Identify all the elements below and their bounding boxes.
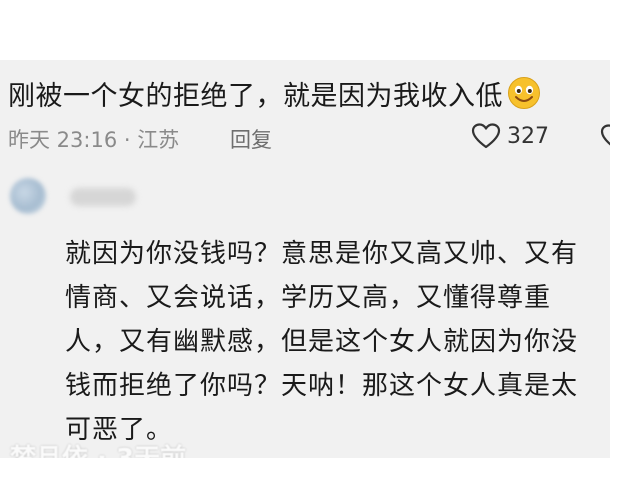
like-count: 327 xyxy=(507,123,549,149)
comment-meta: 昨天 23:16 · 江苏 回复 327 xyxy=(8,122,610,154)
reply-line: 情商、又会说话，学历又高，又懂得尊重 xyxy=(65,283,552,313)
reply-line: 人，又有幽默感，但是这个女人就因为你没 xyxy=(65,327,579,357)
reply-comment-text: 就因为你没钱吗？意思是你又高又帅、又有 情商、又会说话，学历又高，又懂得尊重 人… xyxy=(65,232,610,452)
reply-line: 就因为你没钱吗？意思是你又高又帅、又有 xyxy=(65,239,579,269)
reply-line: 钱而拒绝了你吗？天呐！那这个女人真是太 xyxy=(65,371,579,401)
reply-avatar[interactable] xyxy=(10,178,46,214)
dislike-heart-icon[interactable] xyxy=(600,123,610,151)
smiling-face-emoji-icon xyxy=(508,77,540,109)
heart-icon xyxy=(471,123,501,149)
reply-button[interactable]: 回复 xyxy=(230,124,272,154)
reply-username-blurred xyxy=(70,188,136,206)
like-button[interactable]: 327 xyxy=(471,122,549,150)
main-comment-text: 刚被一个女的拒绝了，就是因为我收入低 xyxy=(8,81,503,112)
comment-thread: 刚被一个女的拒绝了，就是因为我收入低 昨天 23:16 · 江苏 回复 327 xyxy=(0,60,610,458)
main-comment: 刚被一个女的拒绝了，就是因为我收入低 xyxy=(8,74,610,113)
watermark: 梦旦依 · 3天前 xyxy=(10,438,186,458)
comment-time-location: 昨天 23:16 · 江苏 xyxy=(8,128,180,152)
screenshot-frame: 刚被一个女的拒绝了，就是因为我收入低 昨天 23:16 · 江苏 回复 327 xyxy=(0,0,620,479)
